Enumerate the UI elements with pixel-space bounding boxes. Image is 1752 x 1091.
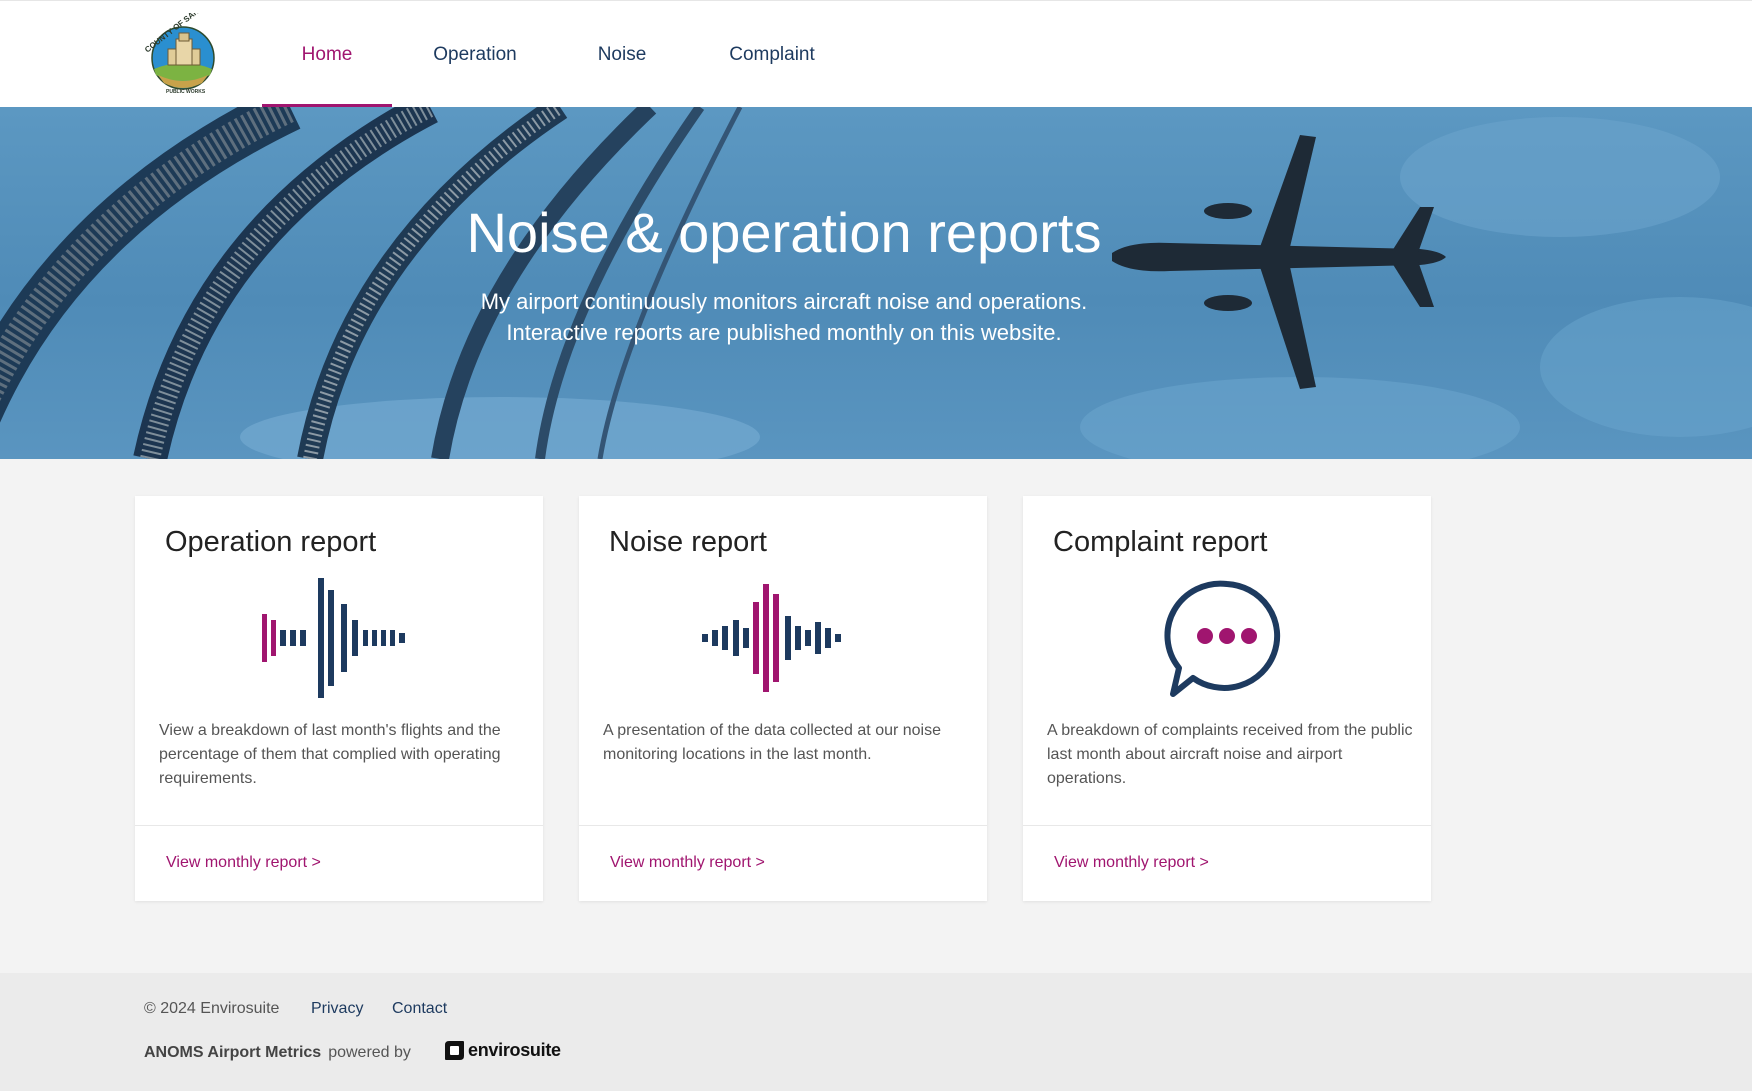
card-description: A breakdown of complaints received from …	[1047, 722, 1413, 787]
card-title: Operation report	[165, 526, 377, 558]
contact-link[interactable]: Contact	[392, 1000, 447, 1018]
site-footer: © 2024 Envirosuite Privacy Contact ANOMS…	[0, 973, 1752, 1091]
county-logo[interactable]: COUNTY OF SAN DIEGO PUBLIC WORKS	[140, 0, 226, 95]
card-description: View a breakdown of last month's flights…	[159, 722, 501, 787]
hero-background-image	[0, 107, 1752, 459]
view-monthly-report-link[interactable]: View monthly report >	[1054, 854, 1209, 872]
product-name: ANOMS Airport Metrics	[144, 1044, 322, 1061]
operation-report-card: Operation report View a breakdown of las…	[135, 496, 543, 901]
envirosuite-wordmark: envirosuite	[468, 1040, 561, 1060]
waveform-operation-icon	[135, 578, 543, 702]
svg-text:PUBLIC WORKS: PUBLIC WORKS	[166, 89, 206, 95]
nav-complaint[interactable]: Complaint	[686, 1, 858, 108]
nav-operation[interactable]: Operation	[392, 1, 558, 108]
view-monthly-report-link[interactable]: View monthly report >	[610, 854, 765, 872]
powered-by-text: powered by	[328, 1044, 411, 1061]
envirosuite-logo[interactable]: envirosuite	[444, 1040, 561, 1061]
privacy-link[interactable]: Privacy	[311, 1000, 363, 1018]
hero-title: Noise & operation reports	[466, 201, 1102, 264]
copyright-text: © 2024 Envirosuite	[144, 1000, 280, 1017]
site-header: COUNTY OF SAN DIEGO PUBLIC WORKS Home Op…	[0, 0, 1752, 108]
card-divider	[135, 825, 543, 826]
complaint-report-card: Complaint report A breakdown of complain…	[1023, 496, 1431, 901]
card-divider	[579, 825, 987, 826]
envirosuite-mark-icon	[445, 1041, 464, 1060]
waveform-noise-icon	[579, 578, 987, 702]
main-nav: Home Operation Noise Complaint	[262, 1, 858, 108]
hero-subtitle-line2: Interactive reports are published monthl…	[506, 320, 1062, 345]
nav-noise[interactable]: Noise	[558, 1, 686, 108]
noise-report-card: Noise report A presentation of the data …	[579, 496, 987, 901]
card-title: Complaint report	[1053, 526, 1268, 558]
nav-home[interactable]: Home	[262, 1, 392, 108]
view-monthly-report-link[interactable]: View monthly report >	[166, 854, 321, 872]
product-line: ANOMS Airport Metrics powered by	[144, 1044, 411, 1062]
card-description: A presentation of the data collected at …	[603, 722, 942, 763]
hero-subtitle-line1: My airport continuously monitors aircraf…	[480, 289, 1088, 314]
speech-bubble-icon	[1023, 578, 1431, 702]
card-divider	[1023, 825, 1431, 826]
hero-banner: Noise & operation reports My airport con…	[0, 107, 1752, 459]
card-title: Noise report	[609, 526, 767, 558]
